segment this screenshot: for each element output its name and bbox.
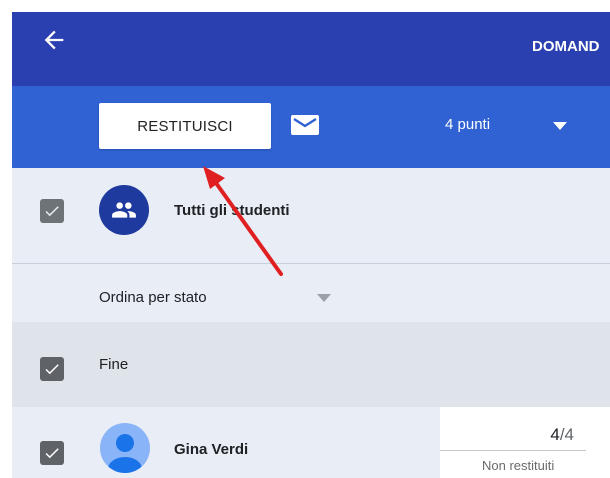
grade-total: /4 xyxy=(559,425,574,444)
avatar xyxy=(100,423,150,473)
grade-value-wrap: 4/4 xyxy=(550,425,574,445)
person-icon xyxy=(108,434,142,473)
group-avatar xyxy=(99,185,149,235)
chevron-down-icon[interactable] xyxy=(317,294,331,302)
all-students-label: Tutti gli studenti xyxy=(174,202,290,219)
student-name: Gina Verdi xyxy=(174,441,249,458)
group-label: Fine xyxy=(99,356,129,373)
check-icon xyxy=(45,206,59,217)
arrow-left-icon xyxy=(44,30,64,50)
sort-dropdown[interactable]: Ordina per stato xyxy=(99,289,207,306)
group-checkbox[interactable] xyxy=(40,357,64,381)
return-button[interactable]: RESTITUISCI xyxy=(99,103,271,149)
envelope-icon xyxy=(291,115,319,135)
action-bar: RESTITUISCI 4 punti xyxy=(12,86,610,168)
grade-input[interactable]: 4/4 xyxy=(440,415,586,451)
page-title: DOMAND xyxy=(532,38,600,55)
chevron-down-icon xyxy=(553,122,567,130)
back-button[interactable] xyxy=(40,26,68,54)
grade-value: 4 xyxy=(550,425,560,444)
check-icon xyxy=(45,364,59,375)
check-icon xyxy=(45,448,59,459)
divider xyxy=(12,263,610,264)
grade-cell: 4/4 Non restituiti xyxy=(440,407,610,478)
people-icon xyxy=(112,202,136,218)
student-checkbox[interactable] xyxy=(40,441,64,465)
email-button[interactable] xyxy=(290,112,320,138)
points-value: 4 punti xyxy=(445,116,491,133)
top-app-bar: DOMAND xyxy=(12,12,610,86)
return-status: Non restituiti xyxy=(482,458,555,473)
points-select[interactable]: 4 punti xyxy=(445,114,585,138)
select-all-checkbox[interactable] xyxy=(40,199,64,223)
